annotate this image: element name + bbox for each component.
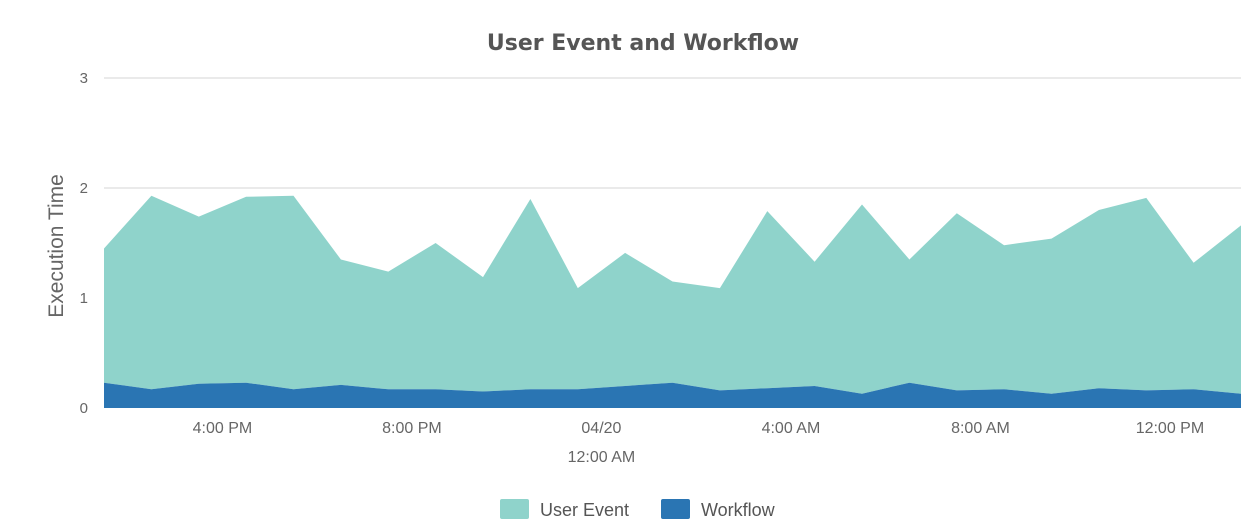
chart-title: User Event and Workflow (487, 31, 799, 56)
legend-swatch-user-event (500, 499, 529, 519)
area-series (104, 195, 1241, 408)
x-tick-label: 4:00 PM (193, 420, 253, 437)
y-tick-label: 3 (80, 70, 88, 87)
y-tick-label: 2 (80, 180, 88, 197)
x-tick-sublabel: 12:00 AM (568, 449, 636, 466)
x-tick-label: 12:00 PM (1136, 420, 1204, 437)
x-tick-labels: 4:00 PM 8:00 PM 04/20 12:00 AM 4:00 AM 8:00 A… (193, 420, 1205, 466)
x-tick-label: 8:00 AM (951, 420, 1010, 437)
legend-swatch-workflow (661, 499, 690, 519)
y-tick-labels: 0 1 2 3 (80, 70, 88, 417)
x-tick-label: 4:00 AM (762, 420, 821, 437)
x-tick-label: 04/20 (581, 420, 621, 437)
y-tick-label: 0 (80, 400, 88, 417)
user-event-area (104, 195, 1241, 394)
y-axis-label: Execution Time (45, 174, 68, 318)
y-tick-label: 1 (80, 290, 88, 307)
legend-label-workflow: Workflow (701, 500, 776, 520)
legend: User Event Workflow (500, 499, 776, 520)
legend-label-user-event: User Event (540, 500, 629, 520)
x-tick-label: 8:00 PM (382, 420, 442, 437)
area-chart: User Event and Workflow Execution Time 0… (45, 31, 1241, 520)
